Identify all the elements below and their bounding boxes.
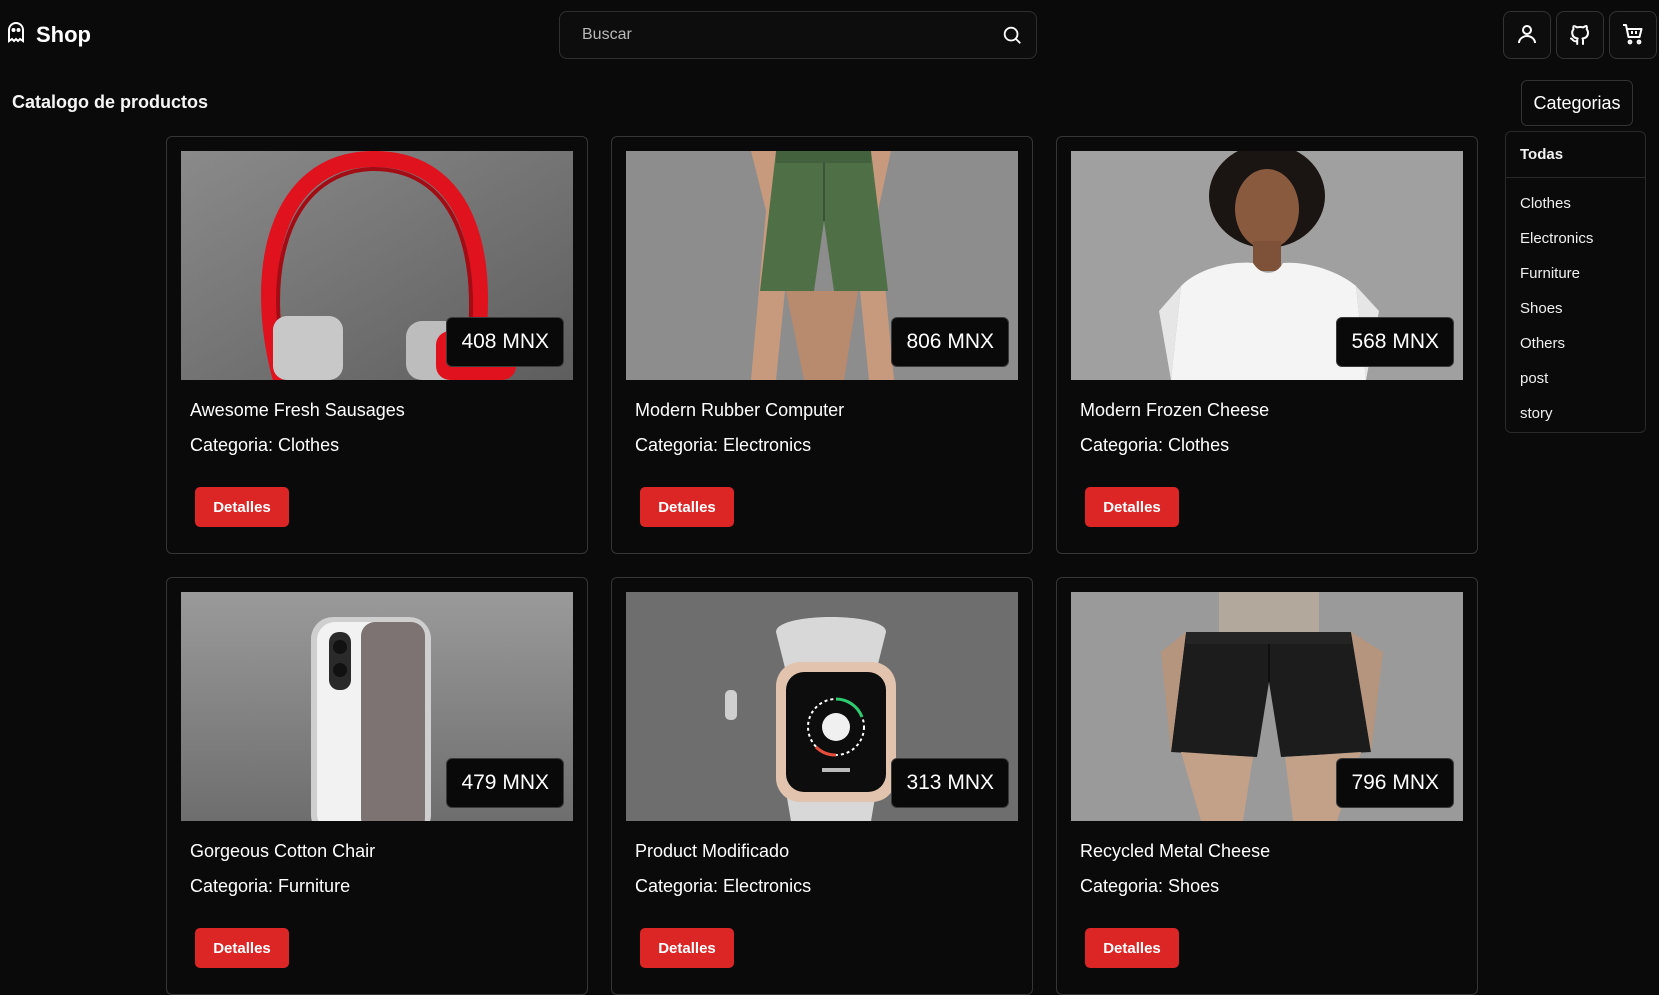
product-title: Modern Frozen Cheese: [1080, 400, 1270, 420]
category-list: Clothes Electronics Furniture Shoes Othe…: [1506, 178, 1645, 431]
product-card: 796 MNX Recycled Metal Cheese Categoria:…: [1056, 577, 1478, 995]
price-badge: 806 MNX: [891, 317, 1009, 367]
brand-name: Shop: [36, 21, 91, 47]
page-title: Catalogo de productos: [12, 92, 209, 112]
product-image[interactable]: 796 MNX: [1071, 592, 1463, 821]
category-item[interactable]: Clothes: [1506, 186, 1645, 221]
search-bar: [559, 11, 1037, 59]
product-image[interactable]: 806 MNX: [626, 151, 1018, 380]
cart-button[interactable]: [1609, 11, 1657, 59]
product-image[interactable]: 479 MNX: [181, 592, 573, 821]
github-button[interactable]: [1556, 11, 1604, 59]
product-title: Recycled Metal Cheese: [1080, 841, 1271, 861]
category-item[interactable]: Furniture: [1506, 256, 1645, 291]
cart-icon: [1621, 22, 1645, 49]
brand[interactable]: Shop: [4, 20, 91, 49]
category-item[interactable]: story: [1506, 396, 1645, 431]
product-card: 479 MNX Gorgeous Cotton Chair Categoria:…: [166, 577, 588, 995]
price-badge: 313 MNX: [891, 758, 1009, 808]
details-button[interactable]: Detalles: [1085, 487, 1179, 527]
product-image[interactable]: 313 MNX: [626, 592, 1018, 821]
categories-button[interactable]: Categorias: [1521, 80, 1633, 126]
product-card: 806 MNX Modern Rubber Computer Categoria…: [611, 136, 1033, 554]
details-button[interactable]: Detalles: [640, 487, 734, 527]
product-category: Categoria: Shoes: [1080, 876, 1220, 896]
product-category: Categoria: Electronics: [635, 435, 812, 455]
product-category: Categoria: Furniture: [190, 876, 351, 896]
details-button[interactable]: Detalles: [1085, 928, 1179, 968]
product-title: Gorgeous Cotton Chair: [190, 841, 376, 861]
product-title: Awesome Fresh Sausages: [190, 400, 405, 420]
price-badge: 796 MNX: [1336, 758, 1454, 808]
product-title: Product Modificado: [635, 841, 790, 861]
product-title: Modern Rubber Computer: [635, 400, 845, 420]
product-card: 408 MNX Awesome Fresh Sausages Categoria…: [166, 136, 588, 554]
product-image[interactable]: 408 MNX: [181, 151, 573, 380]
details-button[interactable]: Detalles: [195, 928, 289, 968]
details-button[interactable]: Detalles: [640, 928, 734, 968]
ghost-icon: [4, 20, 28, 49]
product-card: 313 MNX Product Modificado Categoria: El…: [611, 577, 1033, 995]
details-button[interactable]: Detalles: [195, 487, 289, 527]
github-icon: [1568, 22, 1592, 49]
search-input[interactable]: [582, 26, 1000, 44]
product-grid: 408 MNX Awesome Fresh Sausages Categoria…: [166, 136, 1478, 995]
category-item[interactable]: post: [1506, 361, 1645, 396]
product-category: Categoria: Clothes: [190, 435, 340, 455]
account-button[interactable]: [1503, 11, 1551, 59]
categories-dropdown: Todas Clothes Electronics Furniture Shoe…: [1505, 131, 1646, 433]
search-icon[interactable]: [1000, 23, 1024, 47]
category-item[interactable]: Electronics: [1506, 221, 1645, 256]
price-badge: 568 MNX: [1336, 317, 1454, 367]
category-item[interactable]: Shoes: [1506, 291, 1645, 326]
product-category: Categoria: Electronics: [635, 876, 812, 896]
category-all[interactable]: Todas: [1506, 132, 1645, 178]
category-item[interactable]: Others: [1506, 326, 1645, 361]
top-navbar: Shop: [0, 0, 1659, 70]
price-badge: 408 MNX: [446, 317, 564, 367]
user-icon: [1515, 22, 1539, 49]
product-card: 568 MNX Modern Frozen Cheese Categoria: …: [1056, 136, 1478, 554]
price-badge: 479 MNX: [446, 758, 564, 808]
product-image[interactable]: 568 MNX: [1071, 151, 1463, 380]
product-category: Categoria: Clothes: [1080, 435, 1230, 455]
